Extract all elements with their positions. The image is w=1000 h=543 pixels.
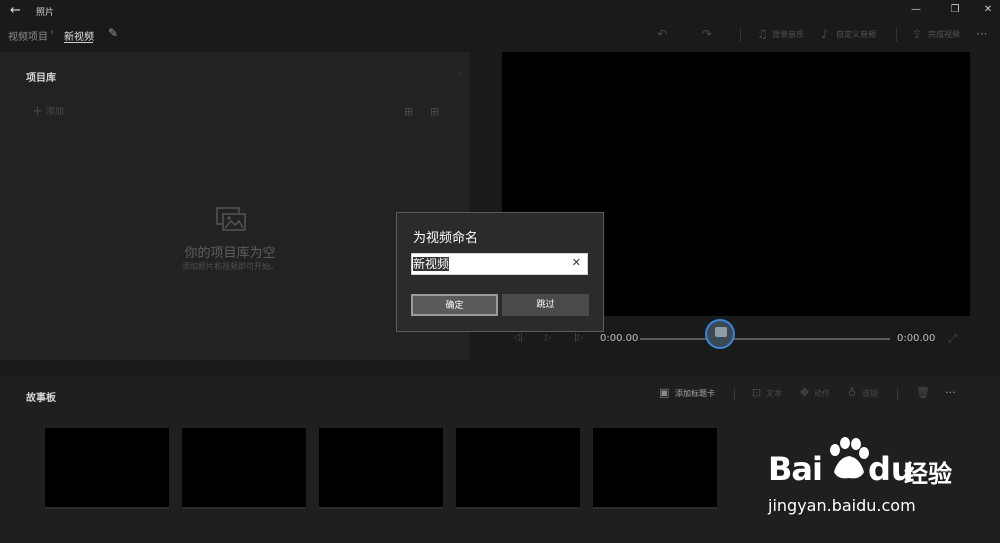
collapse-chevron-icon[interactable]: ‹	[458, 67, 462, 80]
watermark-bai: Bai	[768, 450, 823, 488]
plus-icon: +	[32, 104, 43, 119]
clear-icon[interactable]: ✕	[572, 256, 581, 269]
music-note-icon: ♫	[757, 27, 768, 41]
breadcrumb-separator: ›	[50, 27, 54, 38]
close-button[interactable]: ✕	[978, 4, 998, 15]
motion-icon: ✥	[800, 386, 810, 399]
video-name-value[interactable]: 新视频	[413, 257, 450, 271]
storyboard-clip[interactable]	[319, 428, 443, 507]
breadcrumb-underline	[64, 42, 93, 43]
total-time: 0:00.00	[897, 333, 936, 344]
header-bar: 视频项目 › 新视频 ✎ ↶ ↷ ♫ 背景音乐 ♪ 自定义音频 ⇪ 完成视频 ·…	[0, 22, 1000, 48]
motion-button[interactable]: 动作	[814, 388, 830, 399]
baidu-jingyan-watermark: Bai du 经验 jingyan.baidu.com	[768, 436, 988, 526]
next-frame-icon[interactable]: |▷	[574, 333, 584, 343]
title-bar: ← 照片 — ❐ ✕	[0, 0, 1000, 22]
scrubber-track[interactable]	[640, 338, 890, 340]
baidu-paw-icon	[830, 437, 869, 479]
redo-icon[interactable]: ↷	[702, 27, 712, 41]
storyboard-title: 故事板	[26, 393, 56, 404]
toolbar-divider	[740, 28, 741, 42]
trash-icon[interactable]: 🗑	[916, 386, 930, 399]
minimize-button[interactable]: —	[906, 4, 926, 15]
play-icon[interactable]: ▷	[545, 333, 552, 343]
custom-audio-icon: ♪	[821, 27, 829, 41]
storyboard-clip[interactable]	[182, 428, 306, 507]
storyboard-more-button[interactable]: ···	[945, 386, 956, 399]
add-media-button[interactable]: + 添加	[32, 104, 64, 119]
grid-view-icon[interactable]: ⊞	[404, 105, 413, 118]
background-music-button[interactable]: 背景音乐	[772, 29, 804, 40]
share-icon: ⇪	[912, 27, 923, 41]
app-title: 照片	[36, 8, 55, 18]
title-card-icon: ▣	[659, 386, 670, 399]
watermark-jingyan: 经验	[904, 460, 952, 488]
dialog-title: 为视频命名	[413, 231, 479, 246]
empty-library-title: 你的项目库为空	[184, 246, 276, 261]
filter-icon: ♁	[848, 386, 857, 399]
empty-library-subtitle: 添加照片和视频即可开始。	[182, 262, 278, 271]
fullscreen-expand-icon[interactable]: ⤢	[948, 332, 957, 346]
ok-button[interactable]: 确定	[411, 294, 498, 316]
more-options-button[interactable]: ···	[976, 27, 987, 41]
storyboard-clip[interactable]	[593, 428, 717, 507]
finish-video-button[interactable]: 完成视频	[928, 29, 960, 40]
image-placeholder-icon	[216, 207, 246, 231]
breadcrumb-video-projects[interactable]: 视频项目	[8, 28, 48, 43]
text-button[interactable]: 文本	[766, 388, 782, 399]
storyboard-divider	[734, 388, 735, 400]
scrubber-thumb[interactable]	[705, 319, 735, 349]
pencil-icon[interactable]: ✎	[108, 26, 118, 40]
skip-button[interactable]: 跳过	[502, 294, 589, 316]
storyboard-clip[interactable]	[456, 428, 580, 507]
filters-button[interactable]: 滤镜	[862, 388, 878, 399]
watermark-url: jingyan.baidu.com	[768, 496, 916, 515]
storyboard-clip[interactable]	[45, 428, 169, 507]
video-name-input[interactable]: 新视频 ✕	[411, 253, 588, 275]
text-icon: ⊡	[752, 386, 762, 399]
storyboard-divider	[897, 388, 898, 400]
toolbar-divider	[896, 28, 897, 42]
breadcrumb-current: 新视频	[64, 32, 94, 43]
library-title: 项目库	[26, 73, 56, 84]
undo-icon[interactable]: ↶	[657, 27, 667, 41]
maximize-button[interactable]: ❐	[945, 4, 965, 15]
tile-view-icon[interactable]: ⊞	[430, 105, 439, 118]
current-time: 0:00.00	[600, 333, 639, 344]
name-video-dialog: 为视频命名 新视频 ✕ 确定 跳过	[396, 212, 604, 332]
custom-audio-button[interactable]: 自定义音频	[836, 29, 876, 40]
add-label: 添加	[45, 107, 64, 117]
previous-frame-icon[interactable]: ◁|	[513, 333, 523, 343]
back-arrow-icon[interactable]: ←	[10, 3, 21, 18]
add-title-card-button[interactable]: 添加标题卡	[675, 388, 715, 399]
